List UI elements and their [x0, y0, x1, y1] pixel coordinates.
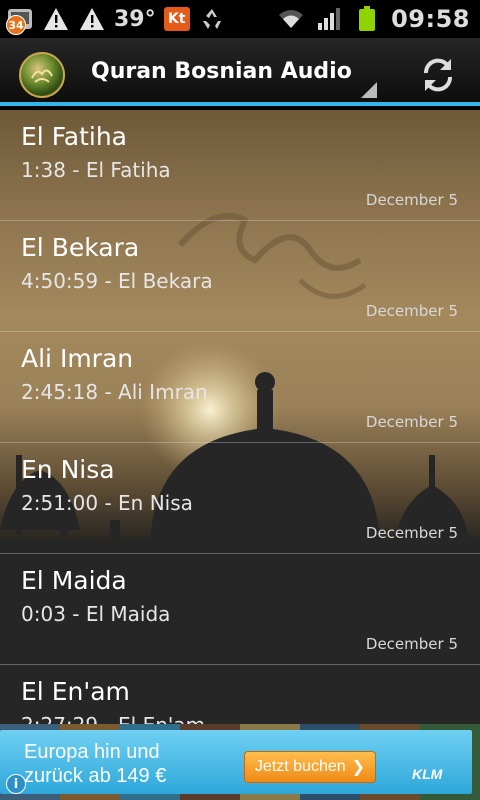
ad-panel[interactable]: Europa hin und zurück ab 149 € Jetzt buc… [0, 730, 472, 794]
kt-icon: Kt [163, 7, 190, 31]
quran-logo-icon[interactable] [19, 52, 65, 98]
wifi-icon [277, 5, 305, 33]
track-list-area[interactable]: El Fatiha 1:38 - El Fatiha December 5 El… [0, 110, 480, 724]
track-subtitle: 1:38 - El Fatiha [21, 158, 171, 182]
track-date: December 5 [365, 524, 458, 542]
warning-icon [42, 5, 70, 33]
notification-count-badge: 34 [6, 15, 26, 35]
track-title: El Fatiha [21, 122, 128, 151]
ad-headline: Europa hin und zurück ab 149 € [24, 741, 167, 787]
track-title: El Bekara [21, 233, 140, 262]
list-item[interactable]: El En'am 2:27:29 - El En'am [0, 665, 480, 724]
track-subtitle: 2:51:00 - En Nisa [21, 491, 193, 515]
track-subtitle: 2:27:29 - El En'am [21, 713, 205, 724]
track-title: En Nisa [21, 455, 115, 484]
track-subtitle: 0:03 - El Maida [21, 602, 171, 626]
warning-icon [78, 5, 106, 33]
list-item[interactable]: Ali Imran 2:45:18 - Ali Imran December 5 [0, 332, 480, 443]
signal-icon [315, 5, 343, 33]
list-item[interactable]: El Bekara 4:50:59 - El Bekara December 5 [0, 221, 480, 332]
track-title: Ali Imran [21, 344, 134, 373]
track-date: December 5 [365, 413, 458, 431]
status-bar: 34 39° Kt 09:58 [0, 0, 480, 38]
recycle-icon [198, 5, 226, 33]
app-title[interactable]: Quran Bosnian Audio Tra [91, 59, 353, 84]
list-item[interactable]: El Fatiha 1:38 - El Fatiha December 5 [0, 110, 480, 221]
track-subtitle: 2:45:18 - Ali Imran [21, 380, 208, 404]
track-list: El Fatiha 1:38 - El Fatiha December 5 El… [0, 110, 480, 724]
track-subtitle: 4:50:59 - El Bekara [21, 269, 213, 293]
list-item[interactable]: En Nisa 2:51:00 - En Nisa December 5 [0, 443, 480, 554]
chevron-right-icon: ❯ [351, 759, 366, 776]
clock-text: 09:58 [391, 5, 470, 33]
track-title: El En'am [21, 677, 130, 706]
list-item[interactable]: El Maida 0:03 - El Maida December 5 [0, 554, 480, 665]
temperature-text: 39° [114, 6, 156, 32]
gallery-icon: 34 [6, 5, 34, 35]
refresh-icon[interactable] [418, 55, 458, 95]
ad-banner[interactable]: Europa hin und zurück ab 149 € Jetzt buc… [0, 724, 480, 800]
track-date: December 5 [365, 191, 458, 209]
ad-brand-logo: KLM [412, 766, 443, 782]
title-spinner-indicator[interactable] [361, 82, 377, 98]
track-title: El Maida [21, 566, 127, 595]
track-date: December 5 [365, 635, 458, 653]
action-bar: Quran Bosnian Audio Tra [0, 38, 480, 106]
battery-icon [353, 5, 381, 33]
ad-cta-button[interactable]: Jetzt buchen ❯ [244, 751, 376, 783]
track-date: December 5 [365, 302, 458, 320]
info-icon[interactable]: i [6, 774, 26, 794]
ad-cta-label: Jetzt buchen [254, 758, 346, 775]
